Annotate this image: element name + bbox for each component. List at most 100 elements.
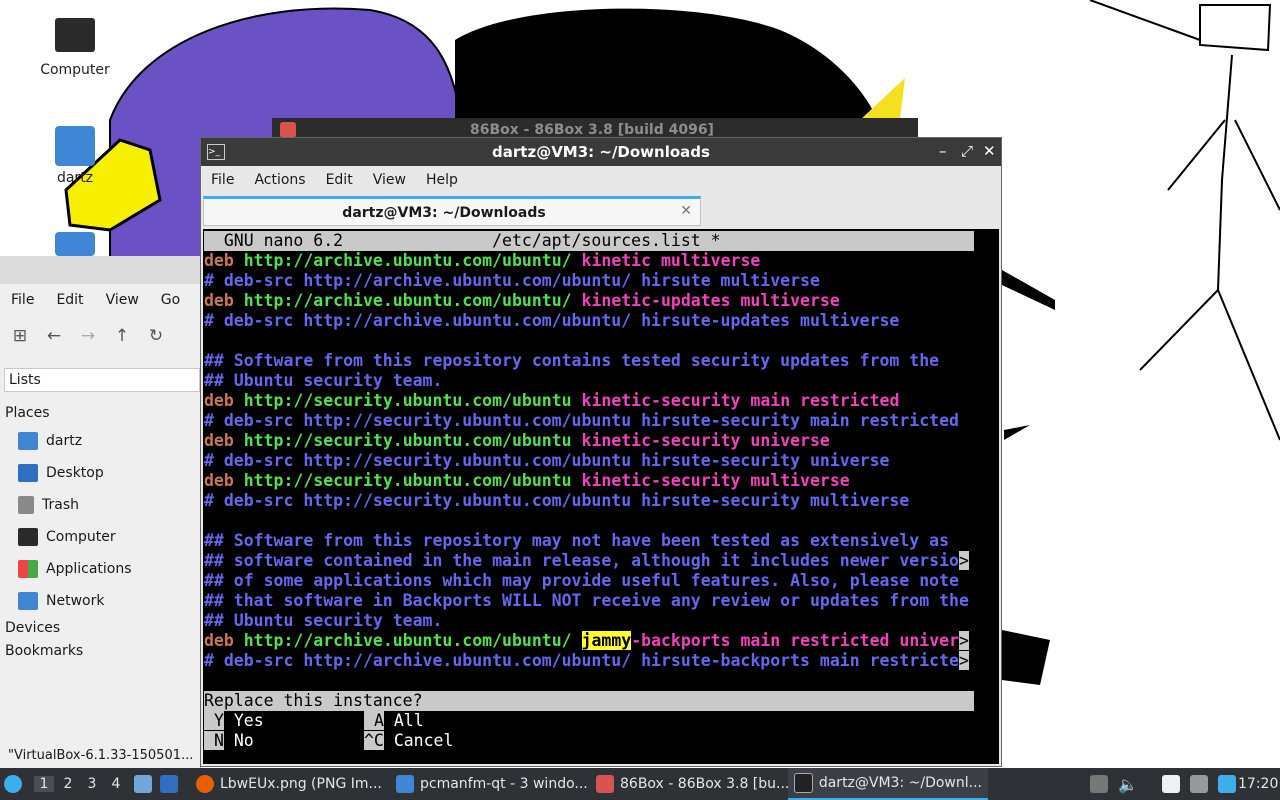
home-folder-icon <box>55 126 95 166</box>
place-trash[interactable]: Trash <box>18 493 79 517</box>
task-terminal[interactable]: dartz@VM3: ~/Downl... <box>788 768 988 800</box>
clock[interactable]: 17:20 <box>1238 768 1278 800</box>
workspace-1[interactable]: 1 <box>34 776 54 792</box>
task-pcmanfm[interactable]: pcmanfm-qt - 3 windo... <box>390 768 594 800</box>
menu-go[interactable]: Go <box>150 288 191 314</box>
place-computer[interactable]: Computer <box>18 525 116 549</box>
editor-line: # deb-src http://security.ubuntu.com/ubu… <box>204 411 959 430</box>
place-label: dartz <box>46 433 83 449</box>
86box-app-icon <box>280 122 296 138</box>
editor-line: # deb-src http://archive.ubuntu.com/ubun… <box>204 271 820 290</box>
reload-icon[interactable]: ↻ <box>144 326 168 346</box>
file-manager-titlebar[interactable] <box>0 256 200 284</box>
maximize-icon[interactable]: ⤢ <box>961 142 973 160</box>
option-cancel[interactable]: ^C Cancel <box>364 731 453 751</box>
menu-file[interactable]: File <box>0 288 45 314</box>
editor-line: ## software contained in the main releas… <box>204 551 969 570</box>
network-folder-icon <box>55 232 95 256</box>
folder-icon <box>396 775 414 793</box>
workspace-4[interactable]: 4 <box>106 776 126 792</box>
editor-line: deb http://archive.ubuntu.com/ubuntu/ ki… <box>204 251 761 270</box>
bookmarks-header[interactable]: Bookmarks <box>5 643 83 659</box>
devices-header[interactable]: Devices <box>5 620 60 636</box>
clipboard-icon[interactable] <box>1161 775 1180 793</box>
file-manager-icon[interactable] <box>134 775 152 793</box>
menu-help[interactable]: Help <box>416 168 468 194</box>
terminal-tab[interactable]: dartz@VM3: ~/Downloads ✕ <box>203 196 701 226</box>
workspace-2[interactable]: 2 <box>58 776 78 792</box>
eject-icon[interactable] <box>1090 775 1108 793</box>
file-manager-menubar: File Edit View Go <box>0 288 191 314</box>
task-label: LbwEUx.png (PNG Im... <box>220 776 382 792</box>
terminal-screen[interactable]: GNU nano 6.2 /etc/apt/sources.list * deb… <box>203 229 999 764</box>
editor-line: ## of some applications which may provid… <box>204 571 959 590</box>
lubuntu-logo-icon <box>4 775 22 793</box>
task-image-viewer[interactable]: LbwEUx.png (PNG Im... <box>190 768 388 800</box>
menu-view[interactable]: View <box>95 288 150 314</box>
desktop-icon-computer[interactable]: Computer <box>35 18 115 78</box>
task-86box[interactable]: 86Box - 86Box 3.8 [bu... <box>590 768 795 800</box>
taskbar: 1 2 3 4 LbwEUx.png (PNG Im... pcmanfm-qt… <box>0 768 1280 800</box>
place-label: Computer <box>46 529 116 545</box>
network-folder-icon <box>18 592 38 610</box>
place-label: Network <box>46 593 105 609</box>
desktop-icon <box>18 464 38 482</box>
firefox-icon <box>196 775 214 793</box>
side-pane-mode-select[interactable]: Lists <box>4 368 200 392</box>
file-manager-window: File Edit View Go ⊞ ← → ↑ ↻ Lists Places… <box>0 256 201 768</box>
option-label: No <box>233 731 254 750</box>
editor-line: # deb-src http://archive.ubuntu.com/ubun… <box>204 311 900 330</box>
task-label: 86Box - 86Box 3.8 [bu... <box>620 776 790 792</box>
volume-icon[interactable]: 🔈 <box>1118 775 1138 794</box>
editor-line: ## Software from this repository may not… <box>204 531 950 550</box>
option-label: All <box>393 711 424 730</box>
places-header[interactable]: Places <box>5 405 50 421</box>
option-all[interactable]: A All <box>364 711 424 731</box>
editor-line: ## that software in Backports WILL NOT r… <box>204 591 969 610</box>
minimize-icon[interactable]: – <box>939 142 947 160</box>
menu-actions[interactable]: Actions <box>244 168 315 194</box>
place-dartz[interactable]: dartz <box>18 429 82 453</box>
status-bar: "VirtualBox-6.1.33-150501... <box>8 748 194 763</box>
place-applications[interactable]: Applications <box>18 557 132 581</box>
place-desktop[interactable]: Desktop <box>18 461 104 485</box>
option-yes[interactable]: Y Yes <box>204 711 264 731</box>
network-icon[interactable] <box>1189 775 1208 793</box>
place-label: Applications <box>46 561 132 577</box>
desktop-icon-home[interactable]: dartz <box>35 126 115 186</box>
workspace-3[interactable]: 3 <box>82 776 102 792</box>
86box-icon <box>596 775 614 793</box>
option-no[interactable]: N No <box>204 731 254 751</box>
window-title: 86Box - 86Box 3.8 [build 4096] <box>470 122 714 138</box>
forward-icon[interactable]: → <box>76 326 100 346</box>
place-network[interactable]: Network <box>18 589 104 613</box>
window-title: dartz@VM3: ~/Downloads <box>492 143 710 161</box>
update-notifier-icon[interactable] <box>1217 775 1236 793</box>
close-icon[interactable]: ✕ <box>983 142 996 160</box>
option-label: Cancel <box>393 731 454 750</box>
editor-line: # deb-src http://security.ubuntu.com/ubu… <box>204 451 890 470</box>
menu-edit[interactable]: Edit <box>45 288 94 314</box>
terminal-window: >_ dartz@VM3: ~/Downloads – ⤢ ✕ File Act… <box>200 137 1002 767</box>
shortcut-key: ^C <box>364 731 384 750</box>
menu-file[interactable]: File <box>201 168 244 194</box>
editor-line: deb http://security.ubuntu.com/ubuntu ki… <box>204 471 850 490</box>
workspace-switcher: 1 2 3 4 <box>34 768 126 800</box>
menu-edit[interactable]: Edit <box>316 168 363 194</box>
new-tab-icon[interactable]: ⊞ <box>8 326 32 346</box>
up-icon[interactable]: ↑ <box>110 326 134 346</box>
shortcut-key: A <box>364 711 384 730</box>
tab-label: dartz@VM3: ~/Downloads <box>342 205 546 221</box>
editor-line: ## Ubuntu security team. <box>204 611 443 630</box>
computer-icon <box>55 18 95 52</box>
show-desktop-icon[interactable] <box>160 775 178 793</box>
back-icon[interactable]: ← <box>42 326 66 346</box>
menu-view[interactable]: View <box>363 168 416 194</box>
editor-line: # deb-src http://security.ubuntu.com/ubu… <box>204 491 910 510</box>
tab-close-icon[interactable]: ✕ <box>680 203 692 219</box>
start-menu-button[interactable] <box>4 768 22 800</box>
terminal-titlebar[interactable]: >_ dartz@VM3: ~/Downloads – ⤢ ✕ <box>201 138 1001 166</box>
system-tray: 🔈 <box>1090 768 1236 800</box>
editor-line: deb http://security.ubuntu.com/ubuntu ki… <box>204 391 900 410</box>
shortcut-key: Y <box>204 711 224 730</box>
